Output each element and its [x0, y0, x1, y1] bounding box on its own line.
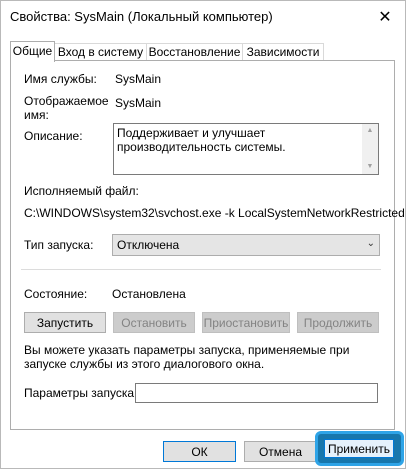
divider [21, 269, 381, 270]
description-label: Описание: [24, 129, 83, 143]
stop-button[interactable]: Остановить [113, 312, 195, 333]
apply-button[interactable]: Применить [324, 439, 394, 458]
tab-logon[interactable]: Вход в систему [54, 43, 147, 61]
service-name-value[interactable]: SysMain [115, 72, 161, 86]
ok-button[interactable]: ОК [163, 441, 236, 462]
window-title: Свойства: SysMain (Локальный компьютер) [10, 9, 273, 24]
description-box[interactable]: Поддерживает и улучшает производительнос… [113, 123, 379, 175]
tab-general[interactable]: Общие [10, 41, 55, 62]
start-button[interactable]: Запустить [24, 312, 106, 333]
tab-dependencies[interactable]: Зависимости [242, 43, 324, 61]
cancel-button[interactable]: Отмена [244, 441, 317, 462]
startup-params-hint: Вы можете указать параметры запуска, при… [24, 343, 350, 371]
close-icon: ✕ [378, 9, 392, 26]
scroll-down-icon[interactable]: ▼ [362, 160, 378, 174]
title-bar: Свойства: SysMain (Локальный компьютер) … [1, 1, 405, 33]
tab-dependencies-label: Зависимости [246, 45, 320, 59]
startup-type-value: Отключена [117, 238, 180, 252]
chevron-down-icon: ⌄ [366, 238, 375, 249]
pause-button[interactable]: Приостановить [202, 312, 290, 333]
service-properties-dialog: Свойства: SysMain (Локальный компьютер) … [0, 0, 406, 469]
service-name-label: Имя службы: [24, 72, 97, 86]
apply-highlight-frame: Применить [315, 431, 404, 466]
tab-recovery-label: Восстановление [148, 45, 241, 59]
executable-label: Исполняемый файл: [24, 184, 139, 198]
status-value: Остановлена [112, 287, 186, 301]
startup-type-select[interactable]: Отключена ⌄ [112, 234, 380, 256]
tab-logon-label: Вход в систему [57, 45, 144, 59]
scroll-up-icon[interactable]: ▲ [362, 124, 378, 138]
startup-type-label: Тип запуска: [24, 238, 94, 252]
description-text: Поддерживает и улучшает производительнос… [117, 126, 286, 154]
description-scrollbar[interactable]: ▲ ▼ [362, 124, 378, 174]
resume-button[interactable]: Продолжить [297, 312, 379, 333]
tab-general-label: Общие [12, 44, 53, 58]
status-label: Состояние: [24, 287, 88, 301]
executable-path[interactable]: C:\WINDOWS\system32\svchost.exe -k Local… [24, 206, 406, 220]
tab-recovery[interactable]: Восстановление [146, 43, 243, 61]
startup-params-label: Параметры запуска: [24, 386, 138, 400]
startup-params-input[interactable] [135, 383, 378, 403]
display-name-value[interactable]: SysMain [115, 96, 161, 110]
display-name-label: Отображаемое имя: [24, 94, 109, 122]
close-button[interactable]: ✕ [371, 5, 399, 29]
general-tab-panel: Имя службы: SysMain Отображаемое имя: Sy… [10, 60, 406, 430]
